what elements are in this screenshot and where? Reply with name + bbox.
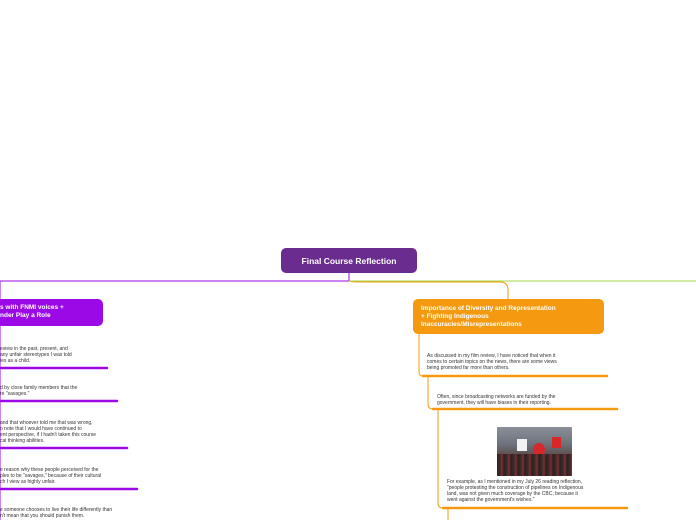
connector-central-right <box>348 280 509 299</box>
right-note-2-line-2: government, they will have biases in the… <box>437 400 551 406</box>
left-topic-title-line-2: nder Play a Role <box>0 312 51 319</box>
left-note-1[interactable]: eview in the past, present, and any unfa… <box>0 346 72 364</box>
right-topic-title-line-1: Importance of Diversity and Representati… <box>421 305 556 312</box>
connector-central-left <box>0 273 350 282</box>
left-note-2[interactable]: d by close family members that the re "s… <box>0 385 77 397</box>
mind-map-canvas: Final Course Reflection s with FNMI voic… <box>0 0 696 520</box>
right-topic-title-line-3: Inaccuracies/Misrepresentations <box>421 321 522 328</box>
left-note-3-line-4: cal thinking abilities. <box>0 438 45 444</box>
left-topic-title-line-1: s with FNMI voices + <box>0 304 64 311</box>
photo-sign-white <box>517 439 527 451</box>
right-note-2[interactable]: Often, since broadcasting networks are f… <box>437 394 555 406</box>
photo-crowd <box>497 454 572 476</box>
left-note-5-line-2: n't mean that you should punish them. <box>0 513 85 519</box>
left-note-4[interactable]: e reason why these people perceived for … <box>0 467 101 485</box>
central-topic-title: Final Course Reflection <box>301 255 397 266</box>
left-note-2-line-2: re "savages." <box>0 391 30 397</box>
central-topic-node[interactable]: Final Course Reflection <box>281 248 417 273</box>
right-main-topic-node[interactable]: Importance of Diversity and Representati… <box>413 299 604 334</box>
connector-right-children <box>418 334 424 377</box>
photo-sign-red <box>552 437 561 448</box>
right-note-1-line-3: being promoted far more than others. <box>427 365 510 371</box>
connector-right-sub2 <box>437 409 444 509</box>
right-note-3-line-4: went against the government's wishes." <box>447 497 535 503</box>
left-note-4-line-3: ch I view as highly unfair. <box>0 479 56 485</box>
left-note-3[interactable]: and that whoever told me that was wrong,… <box>0 420 96 444</box>
connector-right-sub <box>427 376 434 410</box>
right-note-1[interactable]: As discussed in my film review, I have n… <box>427 353 557 371</box>
right-topic-title-line-2: + Fighting Indigenous <box>421 313 489 320</box>
protest-photo-image[interactable] <box>497 427 572 476</box>
left-note-5[interactable]: e someone chooses to live their life dif… <box>0 507 112 519</box>
left-note-1-line-3: ies as a child. <box>0 358 31 364</box>
right-note-3[interactable]: For example, as I mentioned in my July 2… <box>447 479 583 503</box>
left-main-topic-node[interactable]: s with FNMI voices + nder Play a Role <box>0 299 103 326</box>
